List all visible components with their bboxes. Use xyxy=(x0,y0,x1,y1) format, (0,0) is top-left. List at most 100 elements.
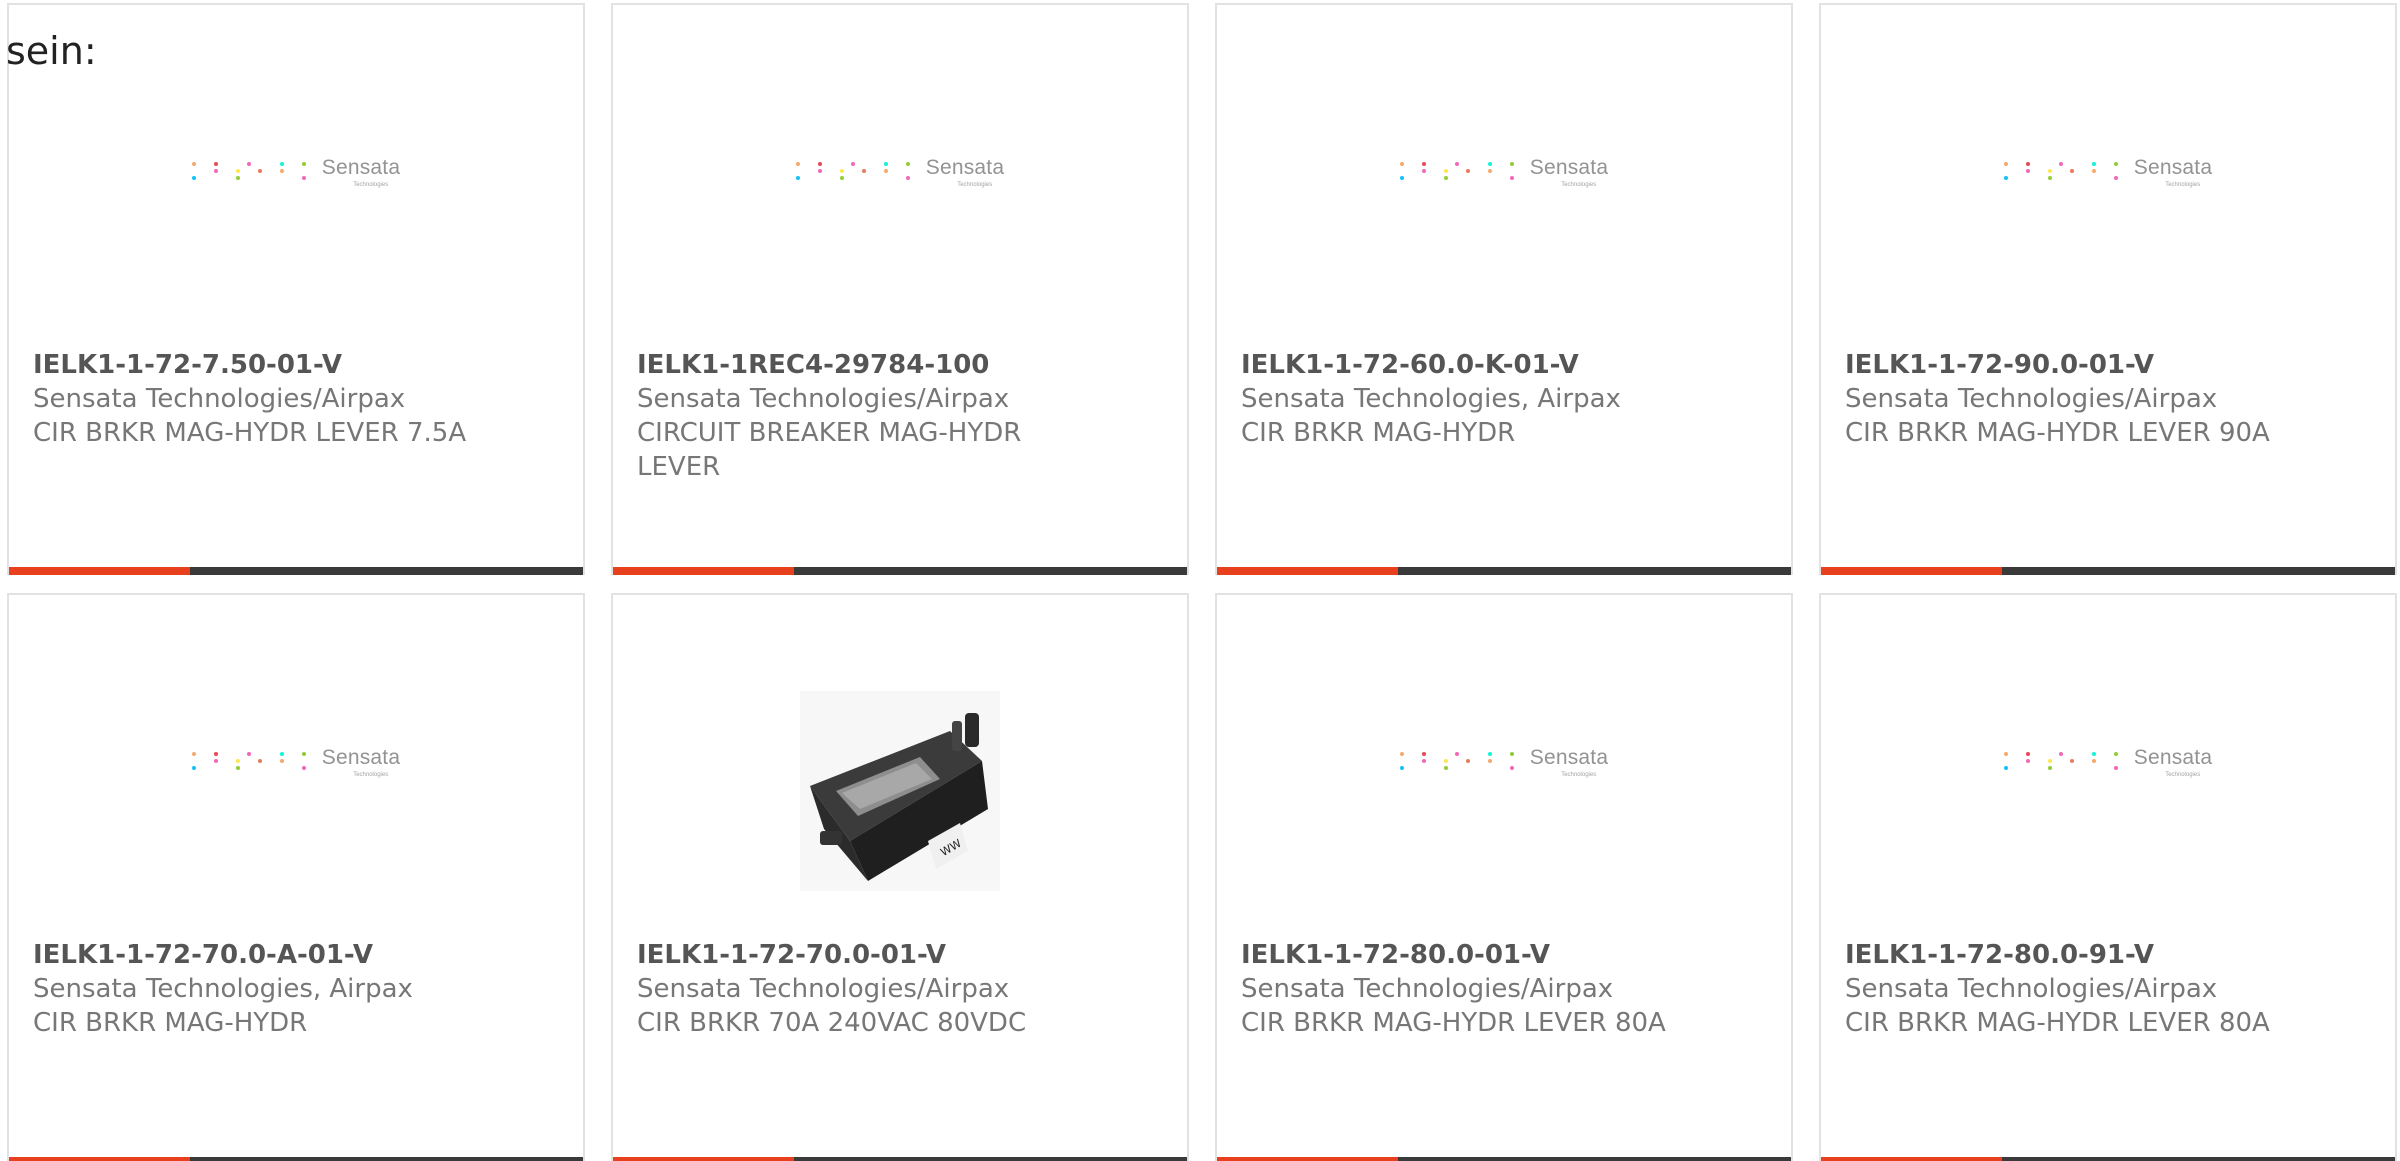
sensata-logo: Sensata Technologies xyxy=(191,747,400,778)
logo-dot xyxy=(1487,162,1492,166)
logo-dot xyxy=(905,176,910,180)
logo-dot xyxy=(1421,759,1426,763)
logo-dot xyxy=(861,169,866,173)
logo-dot xyxy=(301,176,306,180)
logo-dot xyxy=(1477,766,1481,770)
logo-dot xyxy=(2037,759,2041,763)
product-card[interactable]: Sensata Technologies IELK1-1-72-60.0-K-0… xyxy=(1215,3,1793,575)
logo-dot xyxy=(258,766,262,770)
logo-dot xyxy=(2015,176,2019,180)
card-bottom-bar xyxy=(1217,1157,1791,1161)
logo-subtitle: Technologies xyxy=(1561,771,1597,778)
product-card[interactable]: Sensata Technologies IELK1-1-72-90.0-01-… xyxy=(1819,3,2397,575)
logo-dot xyxy=(1443,759,1448,763)
logo-dot xyxy=(301,752,306,756)
logo-dot xyxy=(302,759,306,763)
card-bar-accent xyxy=(613,567,794,575)
logo-dot xyxy=(829,162,833,166)
logo-dot xyxy=(1509,162,1514,166)
logo-dot xyxy=(862,162,866,166)
logo-dot xyxy=(829,169,833,173)
logo-dot xyxy=(279,169,284,173)
logo-dot xyxy=(235,176,240,180)
logo-dot xyxy=(905,162,910,166)
logo-dot xyxy=(2114,169,2118,173)
part-number[interactable]: IELK1-1-72-7.50-01-V xyxy=(33,348,473,382)
logo-dot xyxy=(1443,169,1448,173)
logo-dot xyxy=(225,169,229,173)
logo-dot xyxy=(269,176,273,180)
logo-dot xyxy=(851,169,855,173)
card-bar-accent xyxy=(1821,1157,2002,1161)
product-card[interactable]: Sensata Technologies IELK1-1REC4-29784-1… xyxy=(611,3,1189,575)
logo-dot xyxy=(2004,759,2008,763)
logo-dot xyxy=(2081,176,2085,180)
logo-dot xyxy=(191,766,196,770)
card-bottom-bar xyxy=(613,1157,1187,1161)
logo-dot xyxy=(2058,162,2063,166)
manufacturer: Sensata Technologies/Airpax xyxy=(637,974,1010,1004)
product-card[interactable]: WW IELK1-1-72-70.0-01-V Sensata Technolo… xyxy=(611,593,1189,1161)
part-number[interactable]: IELK1-1-72-70.0-01-V xyxy=(637,938,1077,972)
logo-dot xyxy=(1465,759,1470,763)
logo-dot xyxy=(1477,752,1481,756)
product-card[interactable]: Sensata Technologies IELK1-1-72-80.0-91-… xyxy=(1819,593,2397,1161)
logo-dot xyxy=(257,759,262,763)
part-number[interactable]: IELK1-1-72-90.0-01-V xyxy=(1845,348,2285,382)
card-bar-accent xyxy=(613,1157,794,1161)
logo-dot xyxy=(906,169,910,173)
logo-dot xyxy=(1509,176,1514,180)
logo-dot xyxy=(2059,169,2063,173)
logo-dot xyxy=(213,759,218,763)
logo-dot xyxy=(873,176,877,180)
logo-dot xyxy=(850,162,855,166)
logo-dots-icon xyxy=(2003,162,2120,182)
logo-dot xyxy=(225,766,229,770)
logo-dot xyxy=(1488,766,1492,770)
logo-dot xyxy=(2113,176,2118,180)
logo-dot xyxy=(2026,176,2030,180)
logo-dot xyxy=(1454,752,1459,756)
product-card[interactable]: Sensata Technologies IELK1-1-72-70.0-A-0… xyxy=(7,593,585,1161)
part-number[interactable]: IELK1-1-72-80.0-01-V xyxy=(1241,938,1681,972)
logo-dot xyxy=(895,169,899,173)
logo-dot xyxy=(247,169,251,173)
logo-dot xyxy=(2070,162,2074,166)
logo-dot xyxy=(2059,766,2063,770)
logo-dot xyxy=(2047,766,2052,770)
logo-dot xyxy=(191,162,196,166)
part-number[interactable]: IELK1-1-72-60.0-K-01-V xyxy=(1241,348,1681,382)
logo-dot xyxy=(2025,759,2030,763)
part-number[interactable]: IELK1-1REC4-29784-100 xyxy=(637,348,1057,382)
manufacturer: Sensata Technologies/Airpax xyxy=(33,384,406,414)
logo-dot xyxy=(1433,766,1437,770)
part-number[interactable]: IELK1-1-72-80.0-91-V xyxy=(1845,938,2285,972)
logo-dot xyxy=(1487,752,1492,756)
logo-dot xyxy=(1455,169,1459,173)
manufacturer: Sensata Technologies/Airpax xyxy=(1845,974,2218,1004)
logo-dot xyxy=(236,162,240,166)
card-bar-accent xyxy=(9,567,190,575)
card-bottom-bar xyxy=(1821,567,2395,575)
product-card[interactable]: Sensata Technologies IELK1-1-72-80.0-01-… xyxy=(1215,593,1793,1161)
logo-dot xyxy=(1477,759,1481,763)
logo-dots-icon xyxy=(2003,752,2120,772)
logo-dot xyxy=(2047,169,2052,173)
logo-dot xyxy=(873,169,877,173)
description: CIR BRKR MAG-HYDR LEVER 80A xyxy=(1845,1008,2270,1038)
card-bar-accent xyxy=(1217,1157,1398,1161)
logo-dot xyxy=(2091,162,2096,166)
logo-dot xyxy=(301,766,306,770)
product-card[interactable]: Sensata Technologies IELK1-1-72-7.50-01-… xyxy=(7,3,585,575)
part-number[interactable]: IELK1-1-72-70.0-A-01-V xyxy=(33,938,473,972)
logo-dot xyxy=(247,176,251,180)
logo-dot xyxy=(247,759,251,763)
logo-dot xyxy=(1399,752,1404,756)
logo-dot xyxy=(1509,752,1514,756)
logo-dot xyxy=(269,752,273,756)
logo-dot xyxy=(1411,752,1415,756)
logo-dot xyxy=(2070,176,2074,180)
manufacturer: Sensata Technologies/Airpax xyxy=(1845,384,2218,414)
sensata-logo: Sensata Technologies xyxy=(2003,747,2212,778)
logo-dot xyxy=(1477,176,1481,180)
